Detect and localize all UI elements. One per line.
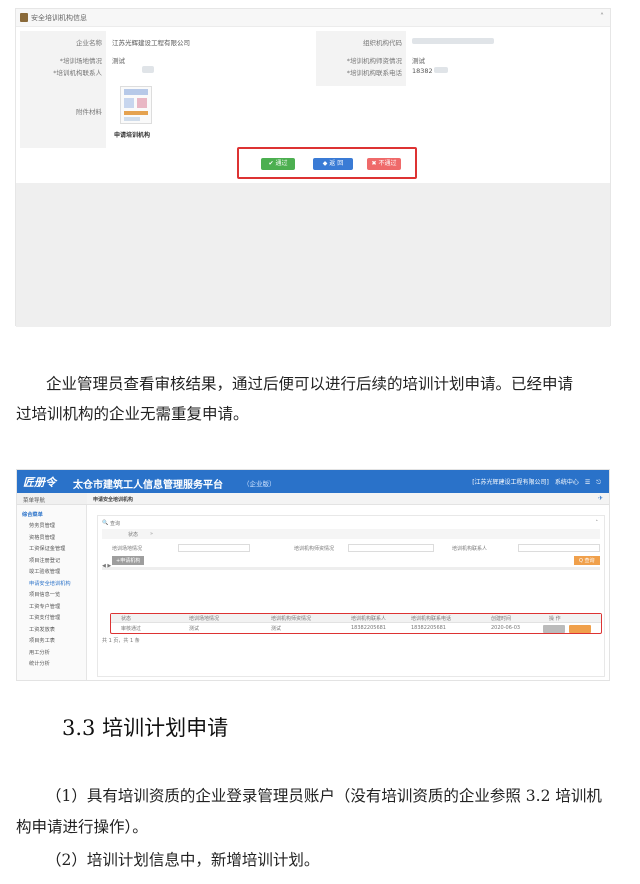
sidebar-menu-item[interactable]: 资格员管理 bbox=[29, 534, 55, 541]
filter-contact-input[interactable] bbox=[518, 544, 600, 552]
pager-top: ◀ ▶ bbox=[102, 563, 112, 569]
table-cell: 测试 bbox=[189, 626, 200, 632]
sidebar-menu-item[interactable]: 用工分析 bbox=[29, 649, 50, 656]
result-table-highlight: 状态 培训场地情况 培训机构师资情况 培训机构联系人 培训机构联系电话 创建时间 操 作 审… bbox=[110, 613, 602, 634]
breadcrumb: 申请安全培训机构 bbox=[93, 497, 134, 503]
attachment-caption: 申请培训机构 bbox=[114, 132, 151, 139]
site-value: 测试 bbox=[112, 57, 125, 65]
blurred-value bbox=[412, 38, 494, 44]
sidebar-menu-item[interactable]: 项目信息一览 bbox=[29, 591, 60, 598]
sidebar-menu-item[interactable]: 竣工验收管理 bbox=[29, 568, 60, 575]
field-label: *培训场地情况 bbox=[59, 57, 102, 65]
top-right-info[interactable]: [江苏光辉建设工程有限公司] 系统中心 ☰ ⎋ bbox=[472, 477, 601, 487]
sidebar-menu-item[interactable]: 申请安全培训机构 bbox=[29, 580, 71, 587]
top-bar: 匠册令 太仓市建筑工人信息管理服务平台 （企业版） [江苏光辉建设工程有限公司]… bbox=[17, 470, 609, 493]
table-cell: 18382205681 bbox=[411, 625, 446, 631]
sidebar-menu-item[interactable]: 项目注册登记 bbox=[29, 557, 60, 564]
blurred-value bbox=[434, 67, 448, 73]
table-header: 培训机构联系电话 bbox=[411, 616, 452, 622]
field-label: 企业名称 bbox=[76, 39, 102, 47]
org-info-form: 企业名称 江苏光辉建设工程有限公司 *培训场地情况 测试 *培训机构联系人 附件… bbox=[20, 31, 608, 149]
panel-header: 安全培训机构信息 ˄ bbox=[16, 9, 610, 27]
expand-icon[interactable]: » bbox=[150, 531, 153, 537]
breadcrumb-bar: 申请安全培训机构 ✈ bbox=[87, 493, 609, 505]
section-heading: 3.3 培训计划申请 bbox=[62, 716, 229, 740]
table-header: 创建时间 bbox=[491, 616, 512, 622]
sidebar-menu-item[interactable]: 工资发放表 bbox=[29, 626, 55, 633]
view-button[interactable] bbox=[543, 625, 565, 633]
table-header: 操 作 bbox=[549, 616, 561, 622]
table-cell: 18382205681 bbox=[351, 625, 386, 631]
blurred-value bbox=[142, 66, 154, 73]
reject-button[interactable]: ✖ 不通过 bbox=[367, 158, 401, 170]
platform-screenshot: 匠册令 太仓市建筑工人信息管理服务平台 （企业版） [江苏光辉建设工程有限公司]… bbox=[16, 469, 610, 681]
field-label: 组织机构代码 bbox=[363, 39, 402, 47]
table-cell: 测试 bbox=[271, 626, 282, 632]
search-panel: 🔍 查询 ˄ 状态 » 培训场地情况 培训机构师资情况 培训机构联系人 +申请机… bbox=[97, 515, 605, 677]
query-button[interactable]: Q 查询 bbox=[574, 556, 600, 565]
add-org-button[interactable]: +申请机构 bbox=[112, 556, 145, 565]
field-label: *培训机构师资情况 bbox=[346, 57, 402, 65]
platform-title: 太仓市建筑工人信息管理服务平台 bbox=[73, 480, 223, 491]
approve-button[interactable]: ✔ 通过 bbox=[261, 158, 295, 170]
status-label: 状态 bbox=[128, 532, 139, 538]
filter-label: 培训场地情况 bbox=[112, 546, 143, 552]
paragraph-line: （1）具有培训资质的企业登录管理员账户（没有培训资质的企业参照 3.2 培训机 bbox=[46, 787, 602, 805]
sidebar: 菜单导航 综合菜单 劳务员管理资格员管理工资保证金管理 项目注册登记 竣工验收管理申… bbox=[17, 493, 87, 680]
sidebar-menu-item[interactable]: 项目务工表 bbox=[29, 637, 55, 644]
sidebar-menu-item[interactable]: 统计分析 bbox=[29, 660, 50, 667]
empty-panel-area bbox=[16, 183, 610, 327]
sidebar-menu-item[interactable]: 工资保证金管理 bbox=[29, 545, 65, 552]
paragraph-line: 构申请进行操作）。 bbox=[16, 818, 148, 836]
paragraph-line: 过培训机构的企业无需重复申请。 bbox=[16, 405, 249, 423]
search-icon: 🔍 bbox=[102, 520, 109, 526]
action-buttons-highlight: ✔ 通过 ◆ 返 回 ✖ 不通过 bbox=[237, 147, 417, 179]
filter-teacher-input[interactable] bbox=[348, 544, 434, 552]
logo: 匠册令 bbox=[23, 476, 56, 489]
pager-text: 共 1 页，共 1 条 bbox=[102, 638, 140, 644]
paragraph-line: （2）培训计划信息中，新增培训计划。 bbox=[46, 851, 320, 869]
training-org-info-screenshot: 安全培训机构信息 ˄ 企业名称 江苏光辉建设工程有限公司 *培训场地情况 测试 … bbox=[15, 8, 611, 327]
field-label: *培训机构联系电话 bbox=[346, 69, 402, 77]
teachers-value: 测试 bbox=[412, 57, 425, 65]
edit-button[interactable] bbox=[569, 625, 591, 633]
paragraph-line: 企业管理员查看审核结果，通过后便可以进行后续的培训计划申请。已经申请 bbox=[46, 375, 574, 393]
collapse-icon[interactable]: ˄ bbox=[596, 520, 599, 526]
sidebar-menu-item[interactable]: 劳务员管理 bbox=[29, 522, 55, 529]
table-header: 培训机构联系人 bbox=[351, 616, 387, 622]
pin-icon[interactable]: ✈ bbox=[598, 495, 603, 502]
table-header: 状态 bbox=[121, 616, 132, 622]
back-button[interactable]: ◆ 返 回 bbox=[313, 158, 353, 170]
table-header: 培训机构师资情况 bbox=[271, 616, 312, 622]
phone-value: 18382 bbox=[412, 67, 433, 75]
field-label: *培训机构联系人 bbox=[53, 69, 102, 77]
platform-subtitle: （企业版） bbox=[243, 480, 276, 488]
menu-group[interactable]: 综合菜单 bbox=[22, 511, 43, 518]
attachment-thumbnail[interactable] bbox=[120, 86, 152, 124]
table-cell: 审核通过 bbox=[121, 626, 142, 632]
sidebar-menu-item[interactable]: 工资支付管理 bbox=[29, 614, 60, 621]
panel-title: 安全培训机构信息 bbox=[31, 14, 87, 22]
collapse-icon[interactable]: ˄ bbox=[600, 12, 604, 21]
filter-site-input[interactable] bbox=[178, 544, 250, 552]
filter-label: 培训机构联系人 bbox=[452, 546, 488, 552]
document-icon bbox=[20, 13, 28, 22]
sidebar-header: 菜单导航 bbox=[17, 493, 87, 505]
sidebar-menu-item[interactable]: 工资专户管理 bbox=[29, 603, 60, 610]
table-cell: 2020-06-03 bbox=[491, 625, 521, 631]
company-name-value: 江苏光辉建设工程有限公司 bbox=[112, 39, 190, 47]
field-label: 附件材料 bbox=[76, 108, 102, 116]
table-header: 培训场地情况 bbox=[189, 616, 220, 622]
filter-label: 培训机构师资情况 bbox=[294, 546, 335, 552]
search-label: 查询 bbox=[110, 521, 121, 527]
